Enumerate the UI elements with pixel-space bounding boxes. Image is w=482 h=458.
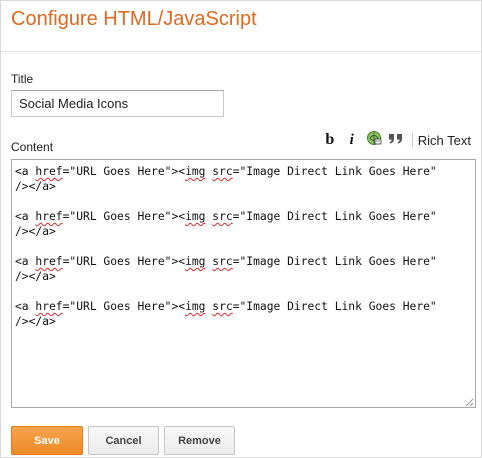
- code-line: /></a>: [15, 225, 56, 238]
- link-icon: [366, 130, 382, 151]
- code-line: <a href="URL Goes Here"><img src="Image …: [15, 300, 437, 313]
- code-line: <a href="URL Goes Here"><img src="Image …: [15, 165, 437, 178]
- title-label: Title: [11, 72, 34, 86]
- code-block: <a href="URL Goes Here"><img src="Image …: [15, 254, 472, 284]
- code-line: /></a>: [15, 180, 56, 193]
- quote-icon: [388, 130, 404, 151]
- toolbar-divider: [411, 132, 413, 148]
- save-button[interactable]: Save: [11, 426, 83, 455]
- cancel-button[interactable]: Cancel: [88, 426, 159, 455]
- content-toolbar: b i Rich Text: [318, 130, 471, 150]
- title-input[interactable]: [11, 90, 224, 117]
- remove-button[interactable]: Remove: [164, 426, 235, 455]
- resize-grip-icon[interactable]: [464, 396, 474, 407]
- italic-button[interactable]: i: [342, 130, 362, 150]
- bold-button[interactable]: b: [320, 130, 340, 150]
- content-textarea[interactable]: <a href="URL Goes Here"><img src="Image …: [11, 159, 476, 408]
- code-block: <a href="URL Goes Here"><img src="Image …: [15, 209, 472, 239]
- rich-text-toggle[interactable]: Rich Text: [418, 133, 471, 148]
- code-line: /></a>: [15, 315, 56, 328]
- content-label: Content: [11, 140, 54, 154]
- code-block: <a href="URL Goes Here"><img src="Image …: [15, 299, 472, 329]
- quote-button[interactable]: [386, 130, 406, 150]
- code-line: <a href="URL Goes Here"><img src="Image …: [15, 255, 437, 268]
- code-block: <a href="URL Goes Here"><img src="Image …: [15, 164, 472, 194]
- dialog-title: Configure HTML/JavaScript: [11, 8, 257, 30]
- link-button[interactable]: [364, 130, 384, 150]
- configure-widget-dialog: Configure HTML/JavaScript Title Content …: [0, 0, 482, 458]
- code-line: <a href="URL Goes Here"><img src="Image …: [15, 210, 437, 223]
- dialog-header: Configure HTML/JavaScript: [1, 1, 481, 52]
- code-line: /></a>: [15, 270, 56, 283]
